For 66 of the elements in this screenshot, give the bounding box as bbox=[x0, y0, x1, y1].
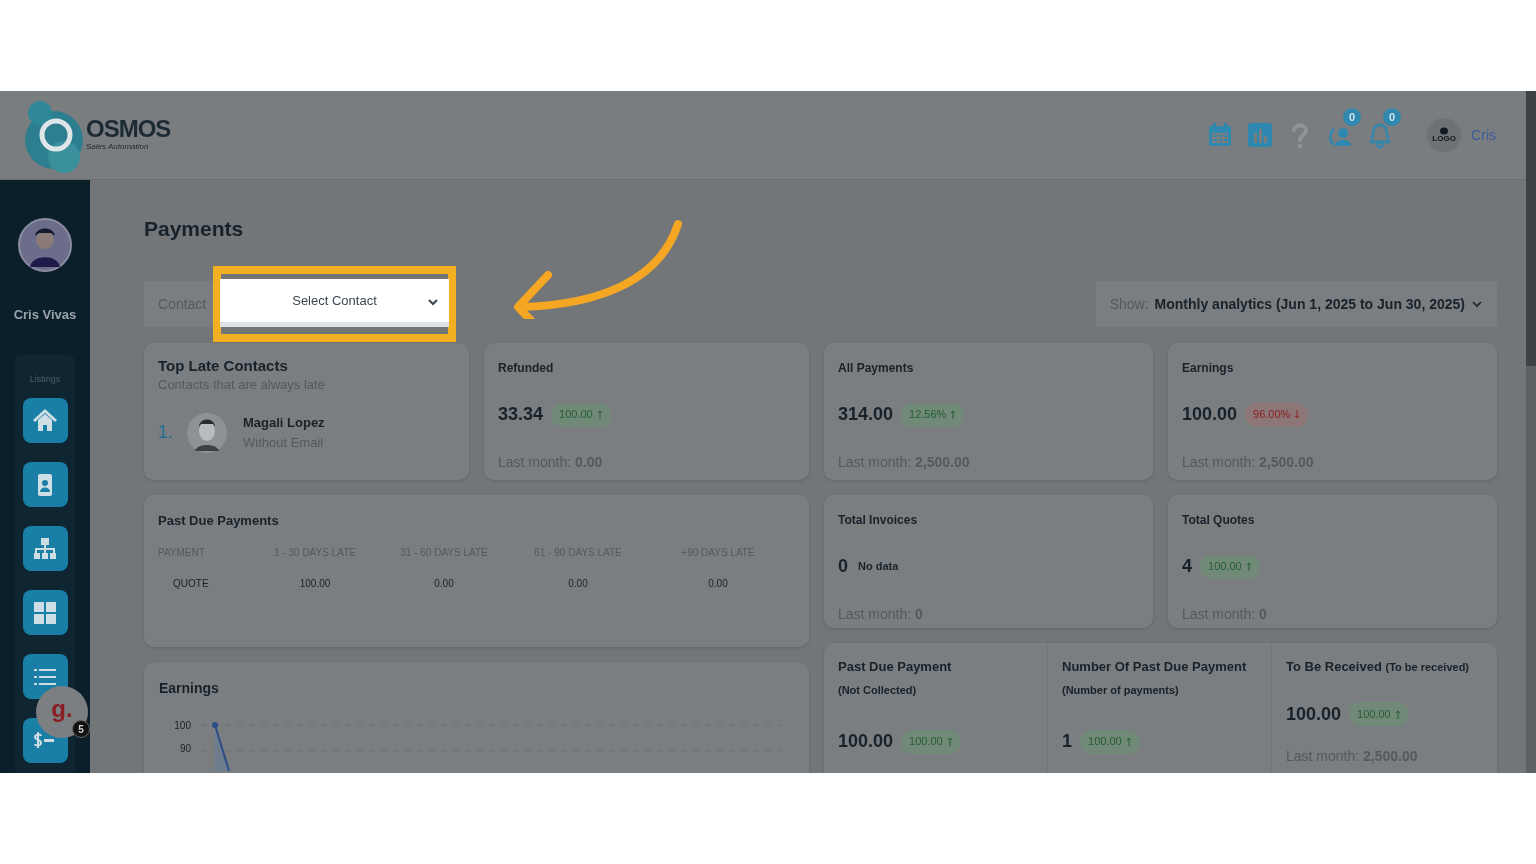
scrollbar[interactable] bbox=[1526, 91, 1536, 773]
up-arrow-icon bbox=[1125, 737, 1132, 746]
contact-avatar[interactable] bbox=[187, 412, 227, 453]
section-title: To Be Received (To be received) bbox=[1286, 658, 1470, 676]
card-title: Total Quotes bbox=[1182, 512, 1256, 529]
logo-text: OSMOS bbox=[86, 117, 171, 141]
avatar-logo-text: LOGO bbox=[1432, 135, 1456, 143]
stat-value: 4 bbox=[1182, 555, 1192, 578]
card-title: Top Late Contacts bbox=[158, 357, 289, 375]
trend-badge: 100.00 bbox=[1349, 702, 1409, 726]
period-value: Monthly analytics (Jun 1, 2025 to Jun 30, 2025) bbox=[1154, 294, 1465, 314]
nav-button[interactable] bbox=[22, 590, 68, 635]
trend-badge: 100.00 bbox=[551, 402, 611, 427]
profile-avatar[interactable] bbox=[18, 218, 72, 272]
stat-value: 314.00 bbox=[838, 403, 894, 426]
trend-badge: 96.00% bbox=[1245, 402, 1309, 427]
user-avatar[interactable]: LOGO bbox=[1427, 118, 1462, 152]
count-badge: 0 bbox=[1343, 108, 1362, 126]
card-title: Total Invoices bbox=[838, 512, 919, 529]
stat-value: 100.00 bbox=[838, 730, 894, 753]
page-title: Payments bbox=[144, 218, 245, 239]
trend-badge: 100.00 bbox=[901, 729, 961, 754]
contact-select[interactable]: Select Contact bbox=[220, 279, 449, 327]
up-arrow-icon bbox=[1245, 562, 1252, 571]
rank-number: 1. bbox=[158, 421, 174, 444]
axis-tick-label: 100 bbox=[174, 721, 191, 731]
trend-badge: 100.00 bbox=[1080, 729, 1140, 754]
nav-button[interactable] bbox=[22, 398, 68, 443]
stat-value: 100.00 bbox=[1286, 702, 1342, 726]
section-subtitle: (Number of payments) bbox=[1062, 682, 1180, 698]
count-badge: 0 bbox=[1383, 108, 1402, 126]
up-arrow-icon bbox=[1394, 709, 1401, 719]
stat-note: No data bbox=[858, 559, 899, 575]
table-cell-text: 0.00 bbox=[433, 576, 455, 591]
card-title: Earnings bbox=[1182, 360, 1235, 377]
section-subtitle: (Not Collected) bbox=[838, 682, 918, 698]
table-cell-text: 100.00 bbox=[298, 576, 332, 591]
axis-tick-label: 90 bbox=[179, 744, 191, 754]
stat-value: 33.34 bbox=[498, 403, 544, 426]
nav-button[interactable] bbox=[22, 526, 68, 571]
up-arrow-icon bbox=[950, 410, 957, 419]
dot-icon bbox=[1439, 127, 1450, 135]
down-arrow-icon bbox=[1294, 410, 1301, 419]
bar-chart-icon bbox=[1246, 121, 1275, 149]
card-title: Earnings bbox=[159, 679, 220, 698]
logo-tagline: Sales Automation bbox=[86, 141, 150, 153]
section-title: Past Due Payment bbox=[838, 658, 953, 676]
chevron-down-icon bbox=[427, 298, 439, 306]
stat-value: 1 bbox=[1062, 730, 1072, 753]
stat-value: 100.00 bbox=[1182, 403, 1238, 426]
table-cell-text: 0.00 bbox=[707, 576, 729, 591]
nav-button[interactable] bbox=[22, 462, 68, 507]
chevron-down-icon bbox=[1471, 300, 1483, 308]
table-cell-text: 0.00 bbox=[567, 576, 589, 591]
up-arrow-icon bbox=[596, 410, 603, 419]
card-title: Past Due Payments bbox=[158, 512, 280, 530]
card-title: Refunded bbox=[498, 360, 555, 377]
contact-name[interactable]: Magali Lopez bbox=[243, 413, 325, 433]
stat-value: 0 bbox=[838, 555, 848, 578]
trend-badge: 100.00 bbox=[1200, 554, 1260, 579]
up-arrow-icon bbox=[946, 737, 953, 746]
trend-badge: 12.56% bbox=[901, 402, 965, 427]
table-cell-text: QUOTE bbox=[172, 576, 210, 591]
user-name: Cris Vivas bbox=[13, 306, 77, 324]
section-title: Number Of Past Due Payment bbox=[1062, 658, 1248, 676]
card-title: All Payments bbox=[838, 360, 915, 377]
